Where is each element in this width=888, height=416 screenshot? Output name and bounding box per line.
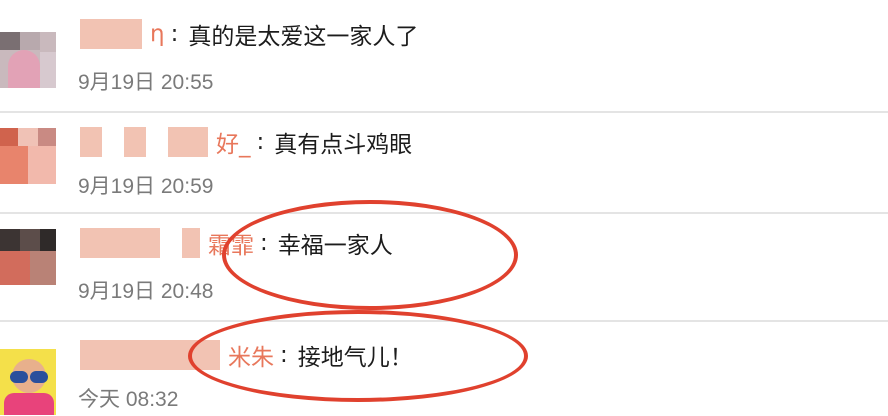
blurred-username (80, 19, 142, 49)
divider (0, 111, 888, 113)
blurred-username (80, 127, 102, 157)
avatar[interactable] (0, 229, 56, 285)
highlight-ellipse (188, 310, 528, 402)
blurred-username (168, 127, 208, 157)
blurred-username (182, 228, 200, 258)
comment-item: η : 真的是太爱这一家人了 9月19日 20:55 (0, 10, 888, 100)
comment-time: 今天 08:32 (78, 388, 179, 411)
username-suffix: 好_ (216, 132, 251, 158)
blurred-username (124, 127, 146, 157)
avatar[interactable] (0, 349, 56, 415)
colon-separator: : (256, 129, 265, 155)
comment-time: 9月19日 20:55 (78, 71, 214, 94)
comment-text: 真有点斗鸡眼 (274, 132, 413, 158)
comment-time: 9月19日 20:59 (78, 175, 214, 198)
avatar[interactable] (0, 128, 56, 184)
avatar[interactable] (0, 32, 56, 88)
comment-item: 好_ : 真有点斗鸡眼 9月19日 20:59 (0, 114, 888, 204)
username-suffix: η (150, 21, 165, 47)
highlight-ellipse (222, 200, 518, 310)
comment-time: 9月19日 20:48 (78, 280, 214, 303)
comment-username[interactable]: 好_ : 真有点斗鸡眼 (80, 122, 412, 162)
blurred-username (80, 228, 160, 258)
comment-username[interactable]: η : 真的是太爱这一家人了 (80, 14, 418, 54)
colon-separator: : (170, 21, 179, 47)
comment-text: 真的是太爱这一家人了 (188, 24, 419, 50)
